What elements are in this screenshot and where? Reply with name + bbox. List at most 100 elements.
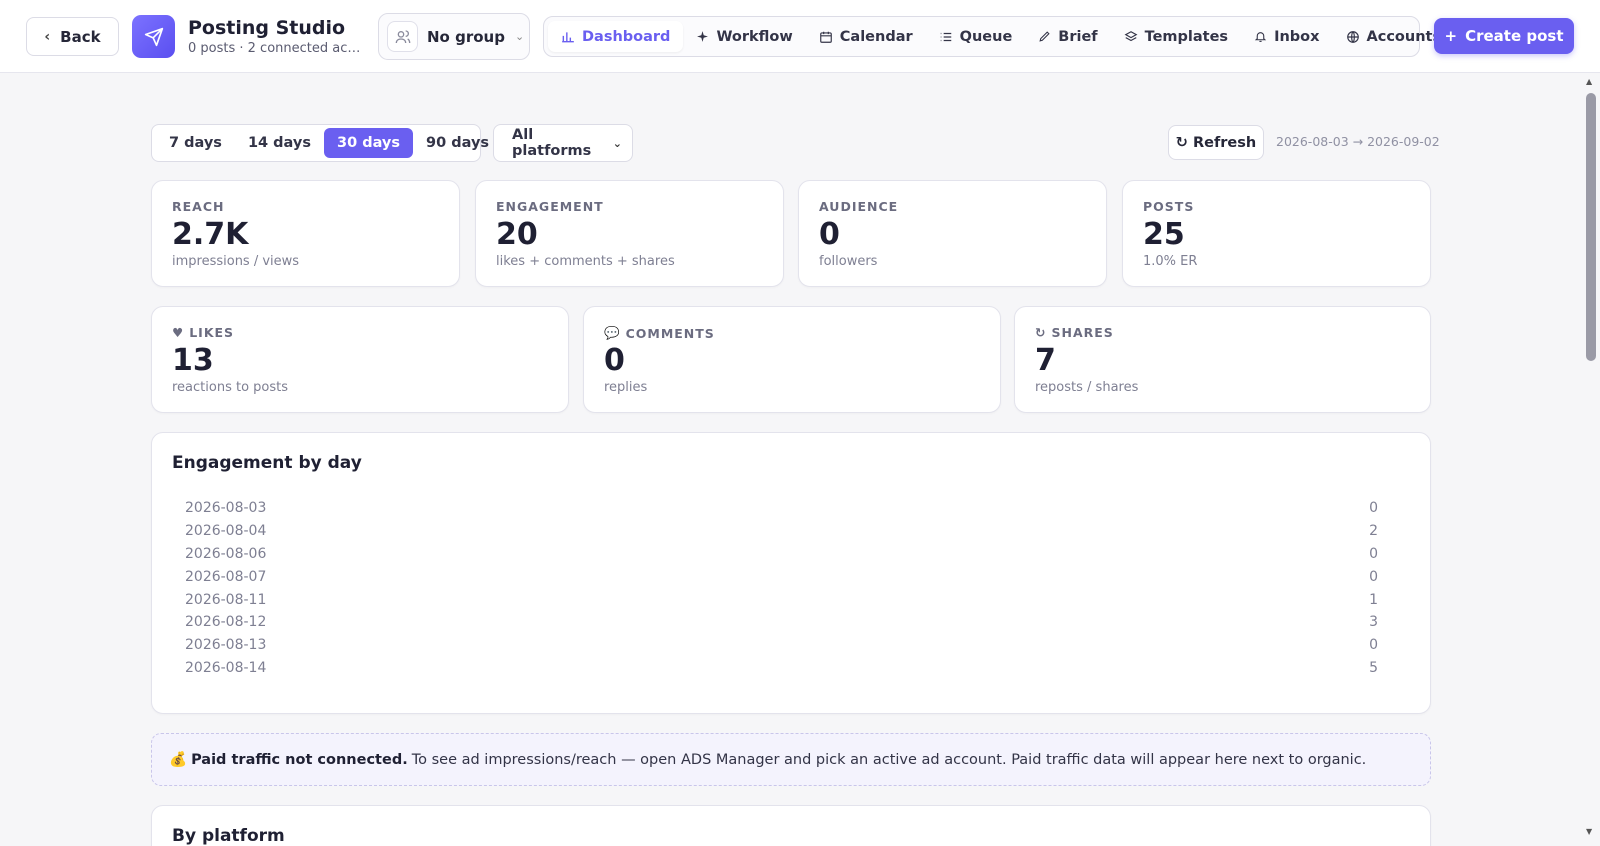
nav-label: Accounts — [1366, 28, 1442, 45]
kpi-label: AUDIENCE — [819, 199, 899, 214]
row-date: 2026-08-06 — [185, 545, 267, 562]
sparkle-icon — [697, 31, 709, 42]
money-bag-icon: 💰 — [169, 752, 188, 768]
layers-icon — [1124, 30, 1138, 41]
by-platform-card: By platform — [151, 805, 1431, 846]
create-post-button[interactable]: + Create post — [1434, 18, 1574, 54]
refresh-label: Refresh — [1192, 134, 1257, 151]
notice-title: Paid traffic not connected. — [191, 751, 408, 768]
row-value: 5 — [1369, 659, 1378, 676]
main-nav: Dashboard Workflow Calendar Queue Brief … — [543, 16, 1441, 57]
kpi-value: 25 — [1143, 217, 1185, 252]
row-date: 2026-08-14 — [185, 659, 267, 676]
plus-icon: + — [1444, 27, 1458, 45]
kpi-card-reach: REACH 2.7K impressions / views — [151, 180, 460, 287]
top-bar: ‹ Back Posting Studio 0 posts · 2 connec… — [0, 0, 1600, 73]
kpi-label: ENGAGEMENT — [496, 199, 604, 214]
users-icon — [387, 21, 418, 52]
metric-card-shares: ↻ SHARES 7 reposts / shares — [1014, 306, 1431, 413]
kpi-value: 0 — [819, 217, 840, 252]
calendar-icon — [819, 31, 832, 43]
scroll-up-arrow-icon[interactable]: ▲ — [1586, 77, 1592, 86]
list-item: 2026-08-07 0 — [185, 565, 1378, 588]
kpi-sub: followers — [819, 254, 878, 269]
kpi-label: ♥ LIKES — [172, 325, 234, 340]
scroll-down-arrow-icon[interactable]: ▼ — [1586, 827, 1592, 836]
nav-label: Dashboard — [582, 28, 671, 45]
range-14-days[interactable]: 14 days — [235, 128, 324, 158]
bar-chart-icon — [562, 31, 574, 42]
nav-dashboard[interactable]: Dashboard — [548, 21, 684, 52]
group-select-label: No group — [427, 27, 505, 46]
nav-inbox[interactable]: Inbox — [1241, 21, 1332, 52]
group-select[interactable]: No group ⌄ — [378, 13, 530, 60]
app-logo — [132, 15, 175, 58]
paid-traffic-notice: 💰 Paid traffic not connected. To see ad … — [151, 733, 1431, 786]
kpi-label: REACH — [172, 199, 225, 214]
engagement-by-day-card: Engagement by day 2026-08-03 0 2026-08-04… — [151, 432, 1431, 714]
platform-select-value: All platforms — [512, 127, 592, 159]
refresh-button[interactable]: ↻ Refresh — [1168, 125, 1264, 160]
kpi-sub: likes + comments + shares — [496, 254, 675, 269]
row-value: 0 — [1369, 545, 1378, 562]
nav-label: Brief — [1058, 28, 1098, 45]
metric-card-likes: ♥ LIKES 13 reactions to posts — [151, 306, 569, 413]
row-value: 3 — [1369, 614, 1378, 631]
notice-text: To see ad impressions/reach — open ADS M… — [411, 751, 1367, 768]
chevron-down-icon: ⌄ — [514, 30, 525, 43]
range-90-days[interactable]: 90 days — [413, 128, 502, 158]
list-item: 2026-08-13 0 — [185, 634, 1378, 657]
kpi-value: 0 — [604, 343, 625, 378]
row-value: 0 — [1369, 500, 1378, 517]
kpi-sub: replies — [604, 380, 648, 395]
comment-icon: 💬 — [604, 325, 621, 340]
list-item: 2026-08-12 3 — [185, 611, 1378, 634]
metric-label: LIKES — [189, 325, 235, 340]
list-icon — [940, 32, 951, 41]
platform-select[interactable]: All platforms ⌄ — [493, 124, 633, 162]
kpi-card-engagement: ENGAGEMENT 20 likes + comments + shares — [475, 180, 784, 287]
send-icon — [144, 27, 163, 46]
section-title: Engagement by day — [172, 453, 362, 473]
nav-calendar[interactable]: Calendar — [806, 21, 926, 52]
nav-label: Queue — [959, 28, 1013, 45]
list-item: 2026-08-03 0 — [185, 497, 1378, 520]
nav-queue[interactable]: Queue — [926, 21, 1026, 52]
page-scrollbar[interactable]: ▲ ▼ — [1582, 73, 1600, 846]
list-item: 2026-08-04 2 — [185, 520, 1378, 543]
row-date: 2026-08-11 — [185, 591, 267, 608]
kpi-label: ↻ SHARES — [1035, 325, 1114, 340]
kpi-value: 20 — [496, 217, 538, 252]
nav-label: Calendar — [839, 28, 913, 45]
row-value: 1 — [1369, 591, 1378, 608]
nav-brief[interactable]: Brief — [1025, 21, 1110, 52]
nav-label: Inbox — [1274, 28, 1320, 45]
refresh-icon: ↻ — [1175, 134, 1188, 151]
row-date: 2026-08-07 — [185, 568, 267, 585]
row-date: 2026-08-04 — [185, 523, 267, 540]
metric-card-comments: 💬 COMMENTS 0 replies — [583, 306, 1001, 413]
repost-icon: ↻ — [1035, 325, 1047, 340]
list-item: 2026-08-06 0 — [185, 543, 1378, 566]
nav-templates[interactable]: Templates — [1111, 21, 1241, 52]
metric-label: COMMENTS — [625, 325, 715, 341]
app-subtitle: 0 posts · 2 connected accounts — [188, 41, 366, 56]
globe-icon — [1346, 30, 1359, 43]
back-button[interactable]: ‹ Back — [26, 17, 119, 56]
kpi-card-posts: POSTS 25 1.0% ER — [1122, 180, 1431, 287]
scroll-thumb[interactable] — [1586, 93, 1596, 361]
range-selector: 7 days 14 days 30 days 90 days — [151, 124, 489, 162]
range-30-days[interactable]: 30 days — [323, 128, 414, 158]
kpi-sub: 1.0% ER — [1143, 254, 1198, 269]
row-value: 0 — [1369, 637, 1378, 654]
kpi-value: 7 — [1035, 343, 1056, 378]
app-title: Posting Studio — [188, 17, 346, 39]
range-7-days[interactable]: 7 days — [156, 128, 235, 158]
row-date: 2026-08-12 — [185, 614, 267, 631]
row-date: 2026-08-03 — [185, 500, 267, 517]
kpi-label: POSTS — [1143, 199, 1195, 214]
engagement-list: 2026-08-03 0 2026-08-04 2 2026-08-06 0 2026… — [185, 497, 1378, 679]
chevron-down-icon: ⌄ — [612, 136, 622, 150]
nav-workflow[interactable]: Workflow — [683, 21, 805, 52]
kpi-label: 💬 COMMENTS — [604, 325, 715, 341]
